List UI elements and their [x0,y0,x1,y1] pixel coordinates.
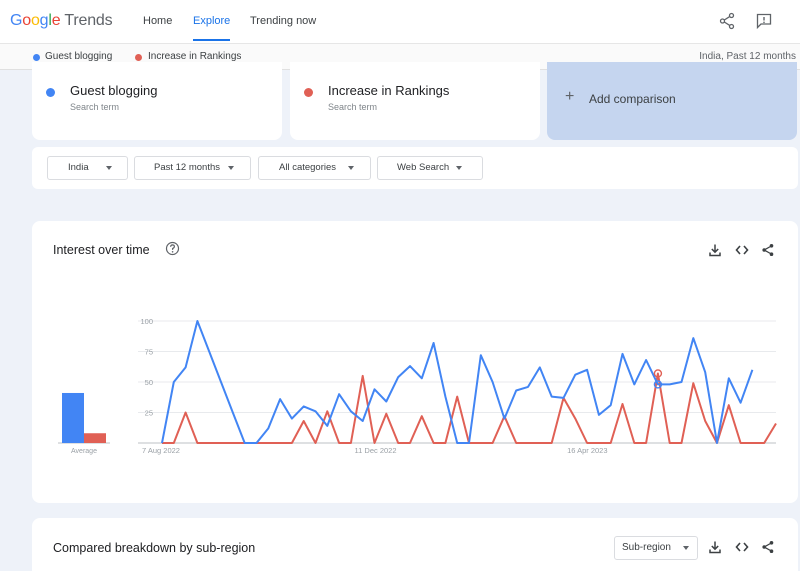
term-type: Search term [70,102,120,112]
x-tick-label: 7 Aug 2022 [142,446,180,455]
term-card-guest-blogging[interactable]: Guest blogging Search term [32,62,282,140]
share-icon[interactable] [718,12,736,30]
chevron-down-icon [683,546,689,550]
increase-rankings-dot-icon [135,54,142,61]
time-filter[interactable]: Past 12 months [134,156,251,180]
download-icon[interactable] [708,540,722,554]
share-icon[interactable] [761,540,775,554]
term-type: Search term [328,102,378,112]
average-label: Average [71,448,97,455]
nav-trending-now[interactable]: Trending now [250,0,316,43]
guest-blogging-dot-icon [33,54,40,61]
nav-home[interactable]: Home [143,0,172,43]
y-tick-label: 75 [145,348,153,357]
term-name: Guest blogging [70,83,158,98]
plus-icon: + [565,88,575,105]
series-line [162,372,777,444]
term-card-increase-rankings[interactable]: Increase in Rankings Search term [290,62,540,140]
y-tick-label: 100 [140,317,153,326]
sub-region-select[interactable]: Sub-region [614,536,698,560]
summary-term-guest-blogging: Guest blogging [45,51,113,62]
interest-over-time-card: Interest over time 100 75 50 25 7 Aug 2022 11… [32,221,798,503]
region-filter[interactable]: India [47,156,128,180]
breakdown-title: Compared breakdown by sub-region [53,541,256,555]
feedback-icon[interactable] [755,12,773,30]
category-filter[interactable]: All categories [258,156,371,180]
search-type-filter[interactable]: Web Search [377,156,483,180]
x-tick-label: 16 Apr 2023 [567,446,607,455]
summary-term-increase-rankings: Increase in Rankings [148,51,242,62]
chevron-down-icon [106,166,112,170]
x-tick-label: 11 Dec 2022 [355,446,397,455]
embed-code-icon[interactable] [735,540,749,554]
google-trends-logo[interactable]: Google Trends [10,12,113,30]
chevron-down-icon [456,166,462,170]
average-bar [84,433,106,443]
y-tick-label: 25 [145,409,153,418]
chevron-down-icon [348,166,354,170]
nav-explore[interactable]: Explore [193,0,231,43]
add-comparison-button[interactable]: + Add comparison [547,62,797,140]
average-bar [62,392,84,443]
top-bar: Google Trends Home Explore Trending now [0,0,800,43]
term-color-dot-icon [46,88,55,97]
filters-bar: India Past 12 months All categories Web … [32,147,798,189]
summary-context: India, Past 12 months [699,51,796,62]
term-name: Increase in Rankings [328,83,450,98]
add-comparison-label: Add comparison [589,92,676,106]
chevron-down-icon [228,166,234,170]
y-tick-label: 50 [145,378,153,387]
breakdown-card: Compared breakdown by sub-region Sub-reg… [32,518,798,571]
term-color-dot-icon [304,88,313,97]
interest-over-time-chart: 100 75 50 25 7 Aug 2022 11 Dec 2022 16 Apr 202… [58,317,777,455]
